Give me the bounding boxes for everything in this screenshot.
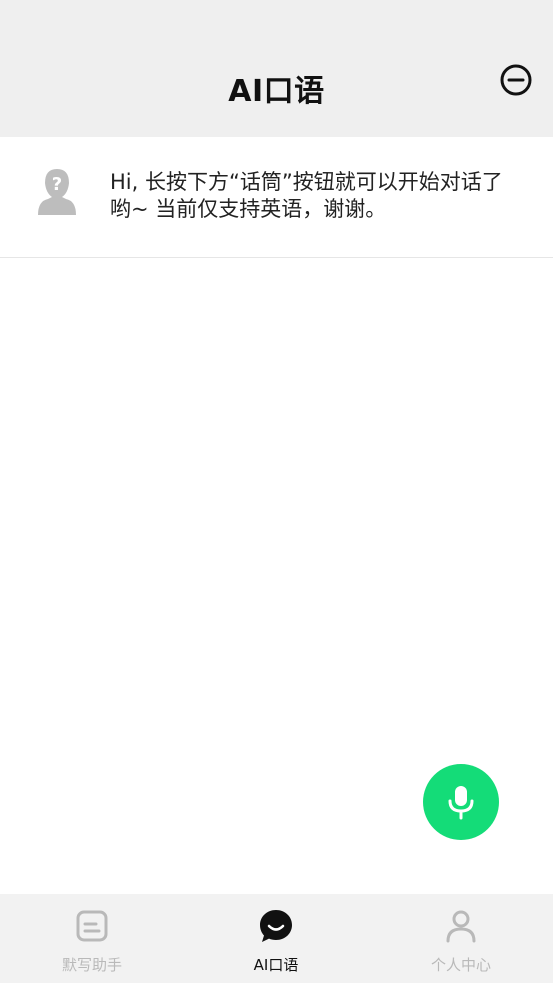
tab-ai-speaking[interactable]: AI口语 (184, 894, 368, 983)
svg-text:?: ? (52, 174, 62, 195)
tab-personal-center[interactable]: 个人中心 (369, 894, 553, 983)
bottom-tab-bar: 默写助手 AI口语 个人中心 (0, 894, 553, 983)
tab-dictation-assistant[interactable]: 默写助手 (0, 894, 184, 983)
user-icon (443, 908, 479, 944)
top-header: AI口语 (0, 0, 553, 137)
tab-label: 默写助手 (61, 956, 122, 974)
note-icon (74, 908, 110, 944)
minus-circle-icon[interactable] (500, 64, 532, 96)
tab-label: AI口语 (253, 956, 299, 974)
unknown-user-icon: ? (34, 165, 80, 217)
microphone-button[interactable] (423, 764, 499, 840)
welcome-message: ? Hi, 长按下方“话筒”按钮就可以开始对话了哟~ 当前仅支持英语，谢谢。 (0, 137, 553, 258)
message-text: Hi, 长按下方“话筒”按钮就可以开始对话了哟~ 当前仅支持英语，谢谢。 (110, 170, 503, 221)
chat-bubble-icon (258, 908, 294, 944)
tab-label: 个人中心 (430, 956, 491, 974)
page-title: AI口语 (228, 74, 325, 109)
microphone-icon (448, 786, 474, 820)
